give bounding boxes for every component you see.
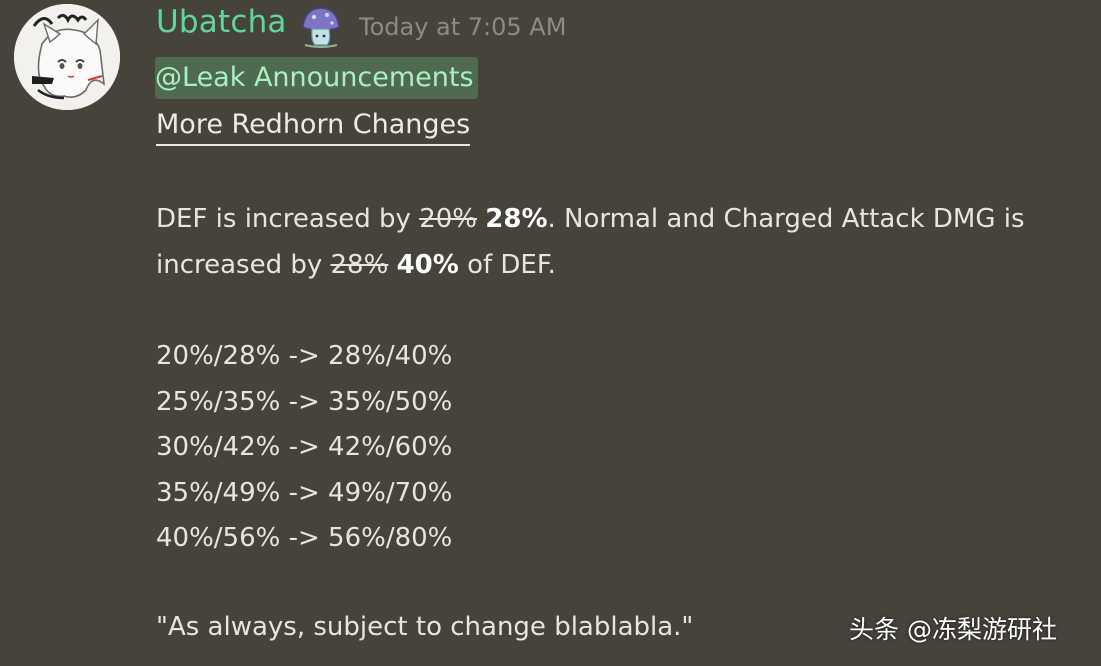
old-value: 20% <box>419 204 478 234</box>
new-value: 40% <box>396 250 459 280</box>
change-row: 30%/42% -> 42%/60% <box>156 432 453 462</box>
paragraph-text: DEF is increased by <box>156 204 420 234</box>
change-row: 40%/56% -> 56%/80% <box>156 523 453 553</box>
mushroom-badge-icon <box>299 5 341 49</box>
change-row: 20%/28% -> 28%/40% <box>156 341 453 371</box>
avatar-illustration-icon <box>14 4 120 110</box>
old-value: 28% <box>330 250 389 280</box>
message-timestamp: Today at 7:05 AM <box>359 13 567 41</box>
new-value: 28% <box>485 204 548 234</box>
change-row: 25%/35% -> 35%/50% <box>156 386 453 417</box>
message-paragraph: DEF is increased by 20% 28%. Normal and … <box>156 196 1086 288</box>
paragraph-text: of DEF. <box>458 250 556 280</box>
changes-list: 20%/28% -> 28%/40% 25%/35% -> 35%/50% 30… <box>156 334 452 562</box>
user-avatar[interactable] <box>14 4 120 110</box>
watermark: 头条 @冻梨游研社 <box>849 615 1057 644</box>
message-heading: More Redhorn Changes <box>156 106 471 146</box>
change-row: 35%/49% -> 49%/70% <box>156 477 453 508</box>
disclaimer-quote: "As always, subject to change blablabla.… <box>156 612 694 642</box>
username[interactable]: Ubatcha <box>156 4 287 40</box>
role-mention[interactable]: @Leak Announcements <box>155 57 478 99</box>
